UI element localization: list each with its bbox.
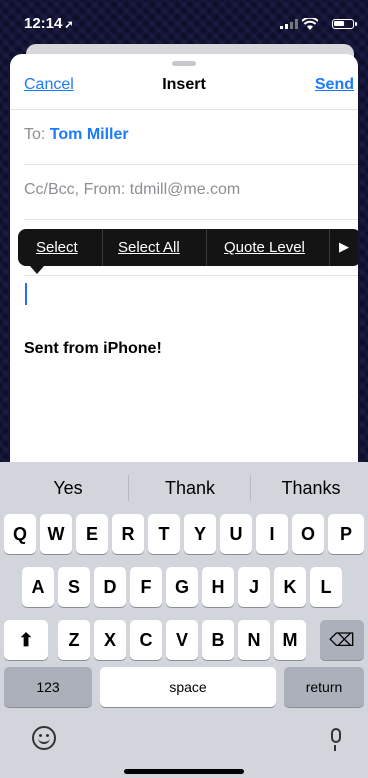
key-b[interactable]: B — [202, 620, 234, 660]
return-key[interactable]: return — [284, 667, 364, 707]
key-a[interactable]: A — [22, 567, 54, 607]
delete-key[interactable]: ⌫ — [320, 620, 364, 660]
key-q[interactable]: Q — [4, 514, 36, 554]
to-label: To: — [24, 126, 46, 143]
suggestion-separator — [250, 475, 251, 501]
location-arrow-icon: ➚ — [64, 19, 74, 31]
key-j[interactable]: J — [238, 567, 270, 607]
status-bar: 12:14 ➚ — [0, 0, 368, 44]
microphone-icon[interactable] — [331, 728, 341, 751]
send-button[interactable]: Send — [315, 76, 354, 94]
space-key[interactable]: space — [100, 667, 276, 707]
key-w[interactable]: W — [40, 514, 72, 554]
key-u[interactable]: U — [220, 514, 252, 554]
cellular-signal-icon — [280, 19, 298, 29]
battery-icon — [332, 19, 357, 29]
key-g[interactable]: G — [166, 567, 198, 607]
recipient-token[interactable]: Tom Miller — [50, 126, 129, 143]
key-y[interactable]: Y — [184, 514, 216, 554]
home-indicator[interactable] — [124, 769, 244, 774]
key-e[interactable]: E — [76, 514, 108, 554]
status-time: 12:14 ➚ — [24, 15, 74, 32]
key-c[interactable]: C — [130, 620, 162, 660]
key-m[interactable]: M — [274, 620, 306, 660]
to-field[interactable]: To: Tom Miller — [24, 126, 129, 144]
key-f[interactable]: F — [130, 567, 162, 607]
key-s[interactable]: S — [58, 567, 90, 607]
to-divider — [24, 164, 358, 165]
key-n[interactable]: N — [238, 620, 270, 660]
nav-bar: Cancel Insert Send — [10, 66, 358, 106]
menu-separator — [102, 229, 103, 266]
message-body[interactable]: Sent from iPhone! — [24, 340, 162, 358]
nav-divider — [10, 109, 358, 110]
key-i[interactable]: I — [256, 514, 288, 554]
key-h[interactable]: H — [202, 567, 234, 607]
shift-icon: ⬆ — [18, 630, 34, 650]
edit-menu: Select Select All Quote Level ▶ — [18, 229, 358, 266]
page-title: Insert — [162, 76, 206, 93]
numbers-key[interactable]: 123 — [4, 667, 92, 707]
keyboard: Yes Thank Thanks Q W E R T Y U I O P A S… — [0, 462, 368, 778]
more-arrow-icon[interactable]: ▶ — [339, 239, 349, 255]
key-k[interactable]: K — [274, 567, 306, 607]
key-p[interactable]: P — [328, 514, 364, 554]
wifi-icon — [302, 18, 318, 30]
delete-icon: ⌫ — [329, 630, 355, 650]
select-all-menu-item[interactable]: Select All — [118, 239, 180, 256]
menu-separator — [206, 229, 207, 266]
cc-divider — [24, 219, 358, 220]
text-cursor — [25, 283, 27, 305]
suggestion-3[interactable]: Thanks — [258, 478, 364, 499]
cc-bcc-from-field[interactable]: Cc/Bcc, From: tdmill@me.com — [24, 181, 240, 199]
shift-key[interactable]: ⬆ — [4, 620, 48, 660]
subject-divider — [24, 275, 358, 276]
time-text: 12:14 — [24, 15, 63, 32]
emoji-icon[interactable] — [32, 726, 56, 750]
key-z[interactable]: Z — [58, 620, 90, 660]
key-l[interactable]: L — [310, 567, 342, 607]
key-o[interactable]: O — [292, 514, 324, 554]
suggestion-1[interactable]: Yes — [20, 478, 116, 499]
edit-menu-pointer — [30, 266, 44, 274]
quote-level-menu-item[interactable]: Quote Level — [224, 239, 305, 256]
key-d[interactable]: D — [94, 567, 126, 607]
key-t[interactable]: T — [148, 514, 180, 554]
key-v[interactable]: V — [166, 620, 198, 660]
suggestion-separator — [128, 475, 129, 501]
key-r[interactable]: R — [112, 514, 144, 554]
suggestion-2[interactable]: Thank — [130, 478, 250, 499]
key-x[interactable]: X — [94, 620, 126, 660]
menu-separator — [329, 229, 330, 266]
select-menu-item[interactable]: Select — [36, 239, 78, 256]
